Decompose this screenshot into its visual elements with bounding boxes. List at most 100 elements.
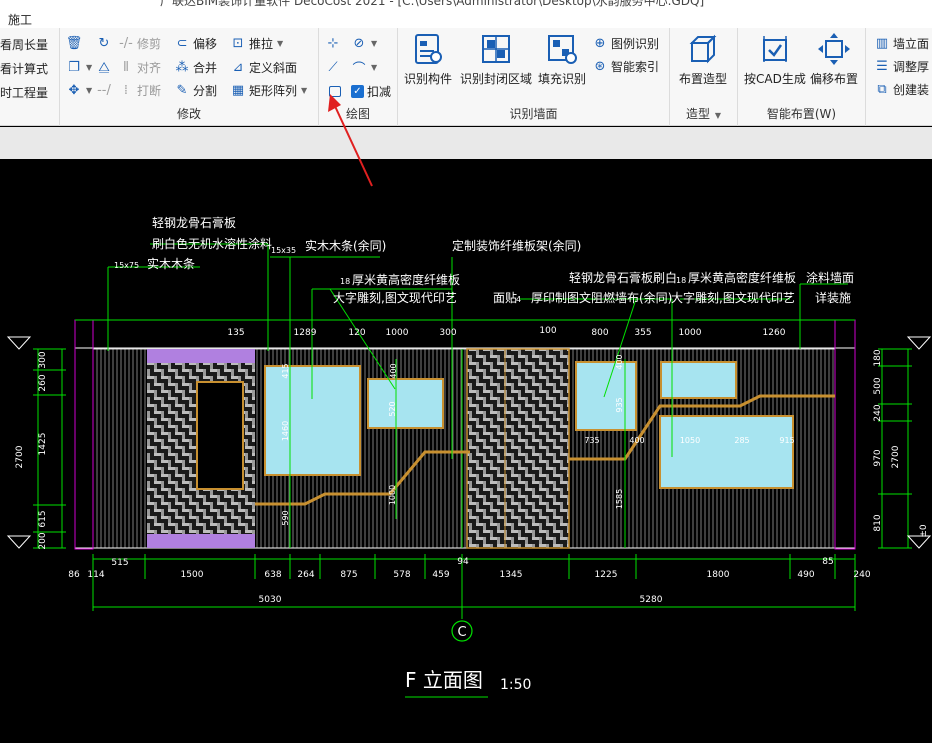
bottom-dim: 86 — [68, 570, 80, 580]
align-button[interactable]: ⫴ 对齐 — [118, 57, 161, 77]
left-dim: 1425 — [38, 433, 48, 456]
note-surface: 面贴 — [493, 291, 517, 305]
legend-recognize-button[interactable]: ⊕ 图例识别 — [592, 33, 659, 53]
adjust-thickness-button[interactable]: ☰ 调整厚 — [874, 56, 929, 76]
view-perimeter-button[interactable]: 看周长量 — [0, 34, 48, 54]
array-icon: ▦ — [231, 82, 245, 98]
rect-array-button[interactable]: ▦ 矩形阵列 ▼ — [230, 80, 307, 100]
level-marker-left-bottom — [6, 535, 32, 549]
align-icon: ⫴ — [123, 59, 129, 75]
offset-layout-button[interactable]: 偏移布置 — [810, 32, 858, 87]
group-model: 布置造型 造型 ▼ — [670, 28, 738, 126]
tab-construction[interactable]: 施工 — [8, 11, 32, 28]
note-carving: 大字雕刻,图文现代印艺 — [333, 290, 457, 305]
push-pull-button[interactable]: ⊡ 推拉 ▼ — [230, 33, 284, 53]
door-opening — [196, 381, 244, 490]
create-decoration-button[interactable]: ⧉ 创建装 — [874, 79, 929, 99]
top-dim: 1000 — [679, 328, 702, 338]
right-dim: 2700 — [891, 445, 901, 468]
smart-index-button[interactable]: ⊛ 智能索引 — [592, 56, 659, 76]
fill-recognize-button[interactable]: 填充识别 — [538, 32, 586, 87]
mirror-button[interactable]: ⧋ — [96, 57, 112, 77]
copy-button[interactable]: ❐ ▼ — [66, 57, 92, 77]
cad-canvas[interactable]: 轻钢龙骨石膏板 刷白色无机水溶性涂料 15x75 实木木条 15x35 实木木条… — [0, 159, 932, 743]
chevron-down-icon: ▼ — [301, 85, 308, 95]
trim-button[interactable]: -/- 修剪 — [118, 33, 161, 53]
level-marker-left-top — [6, 336, 32, 350]
cad-generate-button[interactable]: 按CAD生成 — [744, 32, 806, 87]
bottom-dim: 1500 — [181, 570, 204, 580]
rotate-icon: ↻ — [98, 35, 110, 51]
point-button[interactable]: ⊹ — [325, 33, 341, 53]
top-dimension-labels: 135 1289 120 1000 300 100 800 355 1000 1… — [227, 326, 785, 338]
note-wood-spec: 15x75 — [114, 261, 139, 270]
chevron-down-icon: ▼ — [277, 38, 284, 48]
note-paint-wall: 涂料墙面 — [806, 270, 854, 285]
inner-dim: 1000 — [388, 485, 397, 505]
arc-button[interactable]: ⌒ ▼ — [351, 57, 377, 77]
recognize-component-icon — [415, 34, 442, 64]
split-button[interactable]: ✎ 分割 — [174, 80, 217, 100]
view-quantity-label: 时工程量 — [0, 85, 49, 100]
total-dim: 5280 — [640, 595, 663, 605]
mirror-icon: ⧋ — [98, 59, 110, 75]
crosshair-point-icon: ⊹ — [327, 35, 339, 51]
break-icon: ⁞ — [123, 82, 129, 98]
elevation-drawing[interactable]: 轻钢龙骨石膏板 刷白色无机水溶性涂料 15x75 实木木条 15x35 实木木条… — [0, 159, 932, 743]
recognize-closed-area-button[interactable]: 识别封闭区域 — [460, 32, 532, 87]
view-quantity-button[interactable]: 时工程量 — [0, 82, 48, 102]
break-button[interactable]: ⁞ 打断 — [118, 80, 161, 100]
recognize-component-button[interactable]: 识别构件 — [404, 32, 452, 87]
rotate-button[interactable]: ↻ — [96, 33, 112, 53]
window-title-bar: 广联达BIM装饰计量软件 DecoCost 2021 - [C:\Users\A… — [0, 0, 932, 8]
note-gypsum: 轻钢龙骨石膏板 — [152, 215, 236, 230]
deduct-checkbox[interactable]: ✓ 扣减 — [351, 81, 391, 101]
line-button[interactable]: ⟋ — [325, 57, 341, 77]
rectangle-button[interactable] — [329, 81, 341, 101]
group-modify-label: 修改 — [176, 107, 201, 121]
rect-array-label: 矩形阵列 — [249, 83, 298, 98]
merge-label: 合并 — [193, 60, 218, 75]
move-button[interactable]: ✥ ▼ — [66, 80, 93, 100]
recognize-component-label: 识别构件 — [404, 72, 453, 86]
woven-panel-center — [467, 349, 569, 548]
purple-band-bottom — [147, 534, 255, 548]
define-slope-button[interactable]: ⊿ 定义斜面 — [230, 57, 297, 77]
recognize-closed-area-icon — [482, 35, 510, 63]
bottom-dimension-labels: 86 114 515 1500 638 264 875 578 459 94 1… — [68, 557, 871, 605]
merge-button[interactable]: ⁂ 合并 — [174, 57, 218, 77]
bottom-dim: 1345 — [500, 570, 523, 580]
group-model-label[interactable]: 造型 ▼ — [670, 105, 737, 122]
cyan-panel-5 — [659, 415, 794, 489]
drawing-scale: 1:50 — [500, 677, 531, 693]
note-wood2-spec: 15x35 — [271, 246, 296, 255]
circle-button[interactable]: ⊘ ▼ — [351, 33, 378, 53]
note-fiber-rack: 定制装饰纤维板架(余同) — [452, 238, 581, 253]
trim-label: 修剪 — [137, 36, 162, 51]
offset-button[interactable]: ⊂ 偏移 — [174, 33, 217, 53]
wall-elevation-button[interactable]: ▥ 墙立面 — [874, 33, 929, 53]
layout-model-button[interactable]: 布置造型 — [679, 32, 727, 87]
group-model-label-text: 造型 — [686, 107, 711, 121]
offset-layout-label: 偏移布置 — [810, 72, 859, 86]
left-dimension-labels: 300 260 1425 2700 615 200 — [15, 351, 48, 549]
bottom-dim: 578 — [393, 570, 410, 580]
chevron-down-icon: ▼ — [371, 38, 378, 48]
chevron-down-icon: ▼ — [714, 111, 721, 120]
left-dim: 615 — [38, 510, 48, 527]
note-mdf-spec: 18 — [340, 277, 350, 286]
note-carving2: 大字雕刻,图文现代印艺 — [671, 290, 795, 305]
push-pull-icon: ⊡ — [232, 35, 244, 51]
circle-icon: ⊘ — [353, 35, 365, 51]
trash-icon: 🗑 — [65, 35, 83, 51]
top-dim: 100 — [539, 326, 556, 336]
view-formula-button[interactable]: 看计算式 — [0, 58, 48, 78]
inner-dim: 915 — [779, 436, 794, 445]
bottom-dim: 94 — [457, 557, 469, 567]
left-dim: 200 — [38, 532, 48, 549]
top-dim: 1260 — [763, 328, 786, 338]
right-dim: ±0 — [919, 524, 929, 538]
define-slope-label: 定义斜面 — [249, 60, 298, 75]
delete-button[interactable]: 🗑 — [65, 33, 83, 53]
extend-button[interactable]: --/ — [96, 80, 112, 100]
